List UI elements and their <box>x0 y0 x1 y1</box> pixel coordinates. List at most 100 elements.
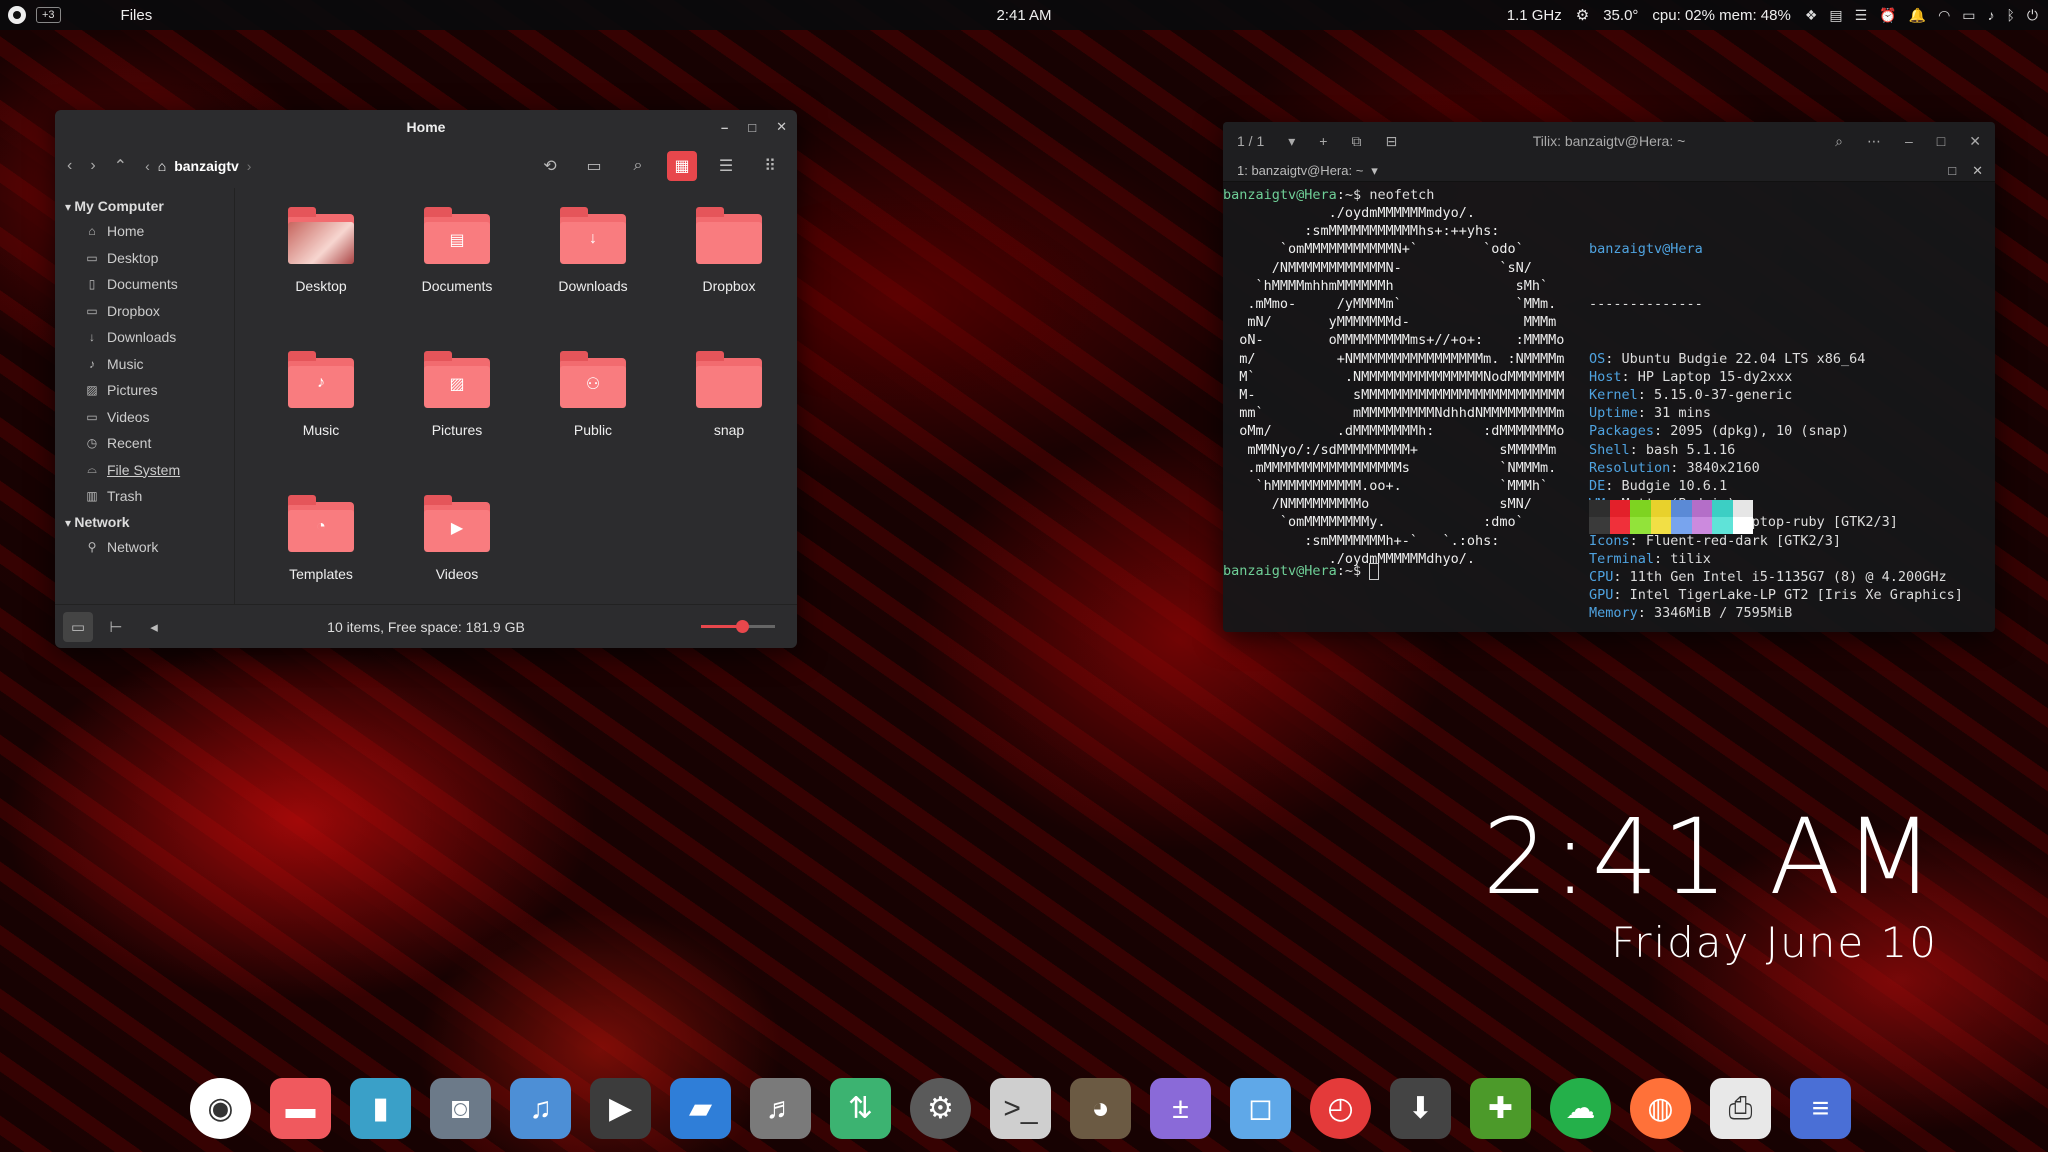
back-icon[interactable]: ‹ <box>67 157 72 175</box>
sidebar-section-header[interactable]: My Computer <box>55 194 234 218</box>
video-camera-icon[interactable]: ▶ <box>590 1078 651 1139</box>
info-key: DE <box>1589 478 1606 495</box>
sidebar-section-header[interactable]: Network <box>55 510 234 534</box>
reload-icon[interactable]: ⟲ <box>535 151 565 181</box>
sidebar-item-trash[interactable]: ▥ Trash <box>55 483 234 510</box>
camera-icon[interactable]: ◙ <box>430 1078 491 1139</box>
folder-item-pictures[interactable]: ▨ Pictures <box>389 350 525 494</box>
folder-item-music[interactable]: ♪ Music <box>253 350 389 494</box>
transfer-icon[interactable]: ⇅ <box>830 1078 891 1139</box>
calculator-icon[interactable]: ± <box>1150 1078 1211 1139</box>
zoom-slider-handle[interactable] <box>735 620 749 633</box>
bluetooth-icon[interactable]: ᛒ <box>2007 7 2015 24</box>
minimize-icon[interactable]: – <box>721 120 728 135</box>
sidebar-item-pictures[interactable]: ▨ Pictures <box>55 377 234 404</box>
workspace-switcher[interactable]: +3 <box>36 7 61 23</box>
terminal-output[interactable]: banzaigtv@Hera:~$ neofetch ./oydmMMMMMMm… <box>1223 182 1995 632</box>
sidebar-item-videos[interactable]: ▭ Videos <box>55 404 234 431</box>
sidebar-item-recent[interactable]: ◷ Recent <box>55 430 234 457</box>
folder-item-dropbox[interactable]: Dropbox <box>661 206 797 350</box>
terminal-icon[interactable]: >_ <box>990 1078 1051 1139</box>
sidebar-item-file-system[interactable]: ⌓ File System <box>55 457 234 484</box>
dropbox-icon[interactable]: ❖ <box>1805 7 1818 24</box>
drive-download-icon[interactable]: ⬇ <box>1390 1078 1451 1139</box>
book-icon[interactable]: ▮ <box>350 1078 411 1139</box>
list-view-icon[interactable]: ☰ <box>711 151 741 181</box>
session-dropdown-icon[interactable]: ▾ <box>1288 133 1295 150</box>
settings-icon[interactable]: ⚙ <box>910 1078 971 1139</box>
store-bag-icon[interactable]: ◻ <box>1230 1078 1291 1139</box>
puzzle-icon[interactable]: ✚ <box>1470 1078 1531 1139</box>
sidebar-item-documents[interactable]: ▯ Documents <box>55 271 234 298</box>
sidebar-item-desktop[interactable]: ▭ Desktop <box>55 245 234 272</box>
power-icon[interactable]: ⏻ <box>2027 7 2038 24</box>
terminal-titlebar[interactable]: 1 / 1 ▾ + ⧉ ⊟ Tilix: banzaigtv@Hera: ~ ⌕… <box>1223 122 1995 160</box>
sidebar-item-downloads[interactable]: ↓ Downloads <box>55 324 234 351</box>
sidebar-item-home[interactable]: ⌂ Home <box>55 218 234 245</box>
forward-icon[interactable]: › <box>90 157 95 175</box>
text-editor-icon[interactable]: ≡ <box>1790 1078 1851 1139</box>
tree-icon[interactable]: ⊢ <box>101 612 131 642</box>
timeshift-icon[interactable]: ◴ <box>1310 1078 1371 1139</box>
add-session-icon[interactable]: + <box>1319 133 1327 149</box>
zoom-slider[interactable] <box>701 620 775 633</box>
files-icon[interactable]: ▬ <box>270 1078 331 1139</box>
session-counter[interactable]: 1 / 1 <box>1237 133 1264 149</box>
close-icon[interactable]: ✕ <box>776 119 787 135</box>
info-line: Icons: Fluent-red-dark [GTK2/3] <box>1589 532 1841 549</box>
close-terminal-icon[interactable]: ✕ <box>1972 163 1983 179</box>
gimp-icon[interactable]: ◕ <box>1070 1078 1131 1139</box>
panel-clock[interactable]: 2:41 AM <box>996 7 1051 24</box>
search-icon[interactable]: ⌕ <box>1835 133 1843 150</box>
files-titlebar[interactable]: Home – □ ✕ <box>55 110 797 144</box>
menu-icon[interactable]: ☰ <box>1855 7 1868 24</box>
breadcrumb-home[interactable]: banzaigtv <box>174 158 239 174</box>
icon-view-icon[interactable]: ▦ <box>667 151 697 181</box>
alarm-icon[interactable]: ⏰ <box>1879 7 1896 24</box>
folder-item-snap[interactable]: snap <box>661 350 797 494</box>
places-icon[interactable]: ▭ <box>63 611 93 642</box>
session-label[interactable]: 1: banzaigtv@Hera: ~ <box>1237 163 1363 178</box>
menu-icon[interactable]: ⋯ <box>1867 133 1881 150</box>
media-player-icon[interactable]: ♫ <box>510 1078 571 1139</box>
hide-sidebar-icon[interactable]: ◂ <box>139 612 169 642</box>
notification-icon[interactable]: 🔔 <box>1909 7 1926 24</box>
folder-item-downloads[interactable]: ↓ Downloads <box>525 206 661 350</box>
printer-icon[interactable]: ⎙ <box>1710 1078 1771 1139</box>
minimize-icon[interactable]: – <box>1905 133 1913 149</box>
sidebar-item-music[interactable]: ♪ Music <box>55 351 234 378</box>
sidebar-item-dropbox[interactable]: ▭ Dropbox <box>55 298 234 325</box>
document-icon: ▯ <box>88 277 96 292</box>
maximize-terminal-icon[interactable]: □ <box>1948 163 1956 179</box>
folder-item-public[interactable]: ⚇ Public <box>525 350 661 494</box>
sidebar-item-network[interactable]: ⚲ Network <box>55 534 234 561</box>
folder-item-documents[interactable]: ▤ Documents <box>389 206 525 350</box>
breadcrumb-right-icon[interactable]: › <box>247 158 252 174</box>
maximize-icon[interactable]: □ <box>1937 133 1945 149</box>
clipboard-icon[interactable]: ▤ <box>1829 7 1842 24</box>
split-icon[interactable]: ⧉ <box>1351 133 1361 150</box>
ebook-icon[interactable]: ▰ <box>670 1078 731 1139</box>
breadcrumb-left-icon[interactable]: ‹ <box>145 158 150 174</box>
chevron-down-icon[interactable]: ▾ <box>1371 163 1378 179</box>
logo-line: mMMNyo/:/sdMMMMMMMMM+ sMMMMMm <box>1223 441 1557 458</box>
music-device-icon[interactable]: ♬ <box>750 1078 811 1139</box>
battery-icon[interactable]: ▭ <box>1962 7 1975 24</box>
close-icon[interactable]: ✕ <box>1969 133 1981 150</box>
compact-view-icon[interactable]: ⠿ <box>755 151 785 181</box>
folder-item-desktop[interactable]: Desktop <box>253 206 389 350</box>
volume-icon[interactable]: ♪ <box>1988 7 1995 24</box>
search-icon[interactable]: ⌕ <box>623 151 653 181</box>
maximize-icon[interactable]: □ <box>748 120 756 135</box>
sidebar-toggle-icon[interactable]: ⊟ <box>1385 133 1397 150</box>
budgie-menu-icon[interactable] <box>8 6 26 24</box>
info-key: OS <box>1589 350 1606 367</box>
active-app-name[interactable]: Files <box>121 7 153 24</box>
wifi-icon[interactable]: ◠ <box>1938 7 1950 24</box>
new-folder-icon[interactable]: ▭ <box>579 151 609 181</box>
up-icon[interactable]: ⌃ <box>114 156 127 176</box>
chrome-icon[interactable]: ◉ <box>190 1078 251 1139</box>
info-key: Kernel <box>1589 387 1638 404</box>
firefox-icon[interactable]: ◍ <box>1630 1078 1691 1139</box>
cloud-icon[interactable]: ☁ <box>1550 1078 1611 1139</box>
